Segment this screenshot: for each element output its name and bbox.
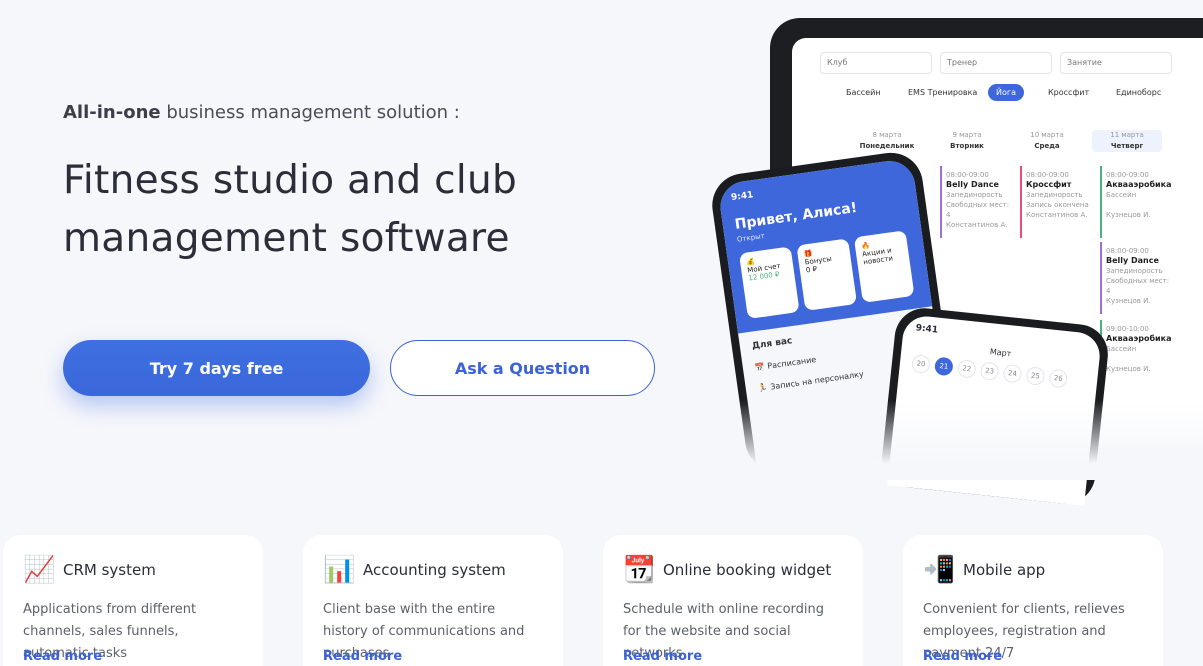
day-wed: 10 марта Среда — [1012, 130, 1082, 152]
chip-crossfit: Кроссфит — [1048, 88, 1090, 97]
calendar-date: 25 — [1025, 366, 1046, 386]
day-name: Вторник — [950, 142, 984, 150]
bonus-tile: 🎁 Бонусы 0 ₽ — [796, 238, 858, 311]
calendar-date: 23 — [979, 361, 1000, 382]
bar-chart-icon: 📊 — [323, 555, 356, 585]
day-thu: 11 марта Четверг — [1092, 130, 1162, 152]
card-title: Belly Dance — [1106, 256, 1159, 265]
card-time: 08:00-09:00 — [1106, 171, 1149, 179]
schedule-card: 08:00-09:00 Кроссфит Запединорость Запись о… — [1020, 166, 1098, 238]
card-sub: Запединорость — [1026, 191, 1083, 199]
card-sub: Запединорость — [1106, 267, 1163, 275]
read-more-link[interactable]: Read more — [623, 649, 702, 664]
hero-eyebrow: All-in-one business management solution … — [63, 102, 460, 123]
phone-header: 9:41 Привет, Алиса! Открыт 💰 Мой счет 12 0… — [717, 157, 933, 334]
mobile-app-icon: 📲 — [923, 555, 956, 585]
day-tue: 9 марта Вторник — [932, 130, 1002, 152]
schedule-card: 08:00-09:00 Аквааэробика Бассейн Кузнецов И… — [1100, 166, 1178, 238]
eyebrow-text: business management solution : — [160, 102, 460, 123]
card-title: Аквааэробика — [1106, 334, 1172, 343]
day-date: 11 марта — [1110, 131, 1144, 139]
feature-title: Mobile app — [963, 561, 1046, 579]
headline-line-1: Fitness studio and club — [63, 158, 518, 203]
chip-martial: Единоборс — [1116, 88, 1162, 97]
feature-title: Accounting system — [363, 561, 506, 579]
schedule-card: 08:00-09:00 Belly Dance Запединорость Свобо… — [940, 166, 1018, 238]
card-sub: Бассейн — [1106, 191, 1137, 199]
day-name: Четверг — [1110, 142, 1144, 150]
day-mon: 8 марта Понедельник — [852, 130, 922, 152]
trainer-select: Тренер — [940, 52, 1052, 74]
read-more-link[interactable]: Read more — [323, 649, 402, 664]
calendar-date: 24 — [1002, 363, 1023, 384]
card-coach: Кузнецов И. — [1106, 297, 1151, 305]
schedule-card: 09:00-10:00 Аквааэробика Бассейн Кузнецов И… — [1100, 320, 1178, 392]
club-select: Клуб — [820, 52, 932, 74]
card-coach: Константинов А. — [946, 221, 1008, 229]
feature-card-accounting: 📊 Accounting system Client base with the … — [303, 535, 563, 666]
headline-line-2: management software — [63, 216, 510, 261]
promo-tile: 🔥 Акции и новости — [853, 230, 915, 303]
feature-card-mobile: 📲 Mobile app Convenient for clients, reli… — [903, 535, 1163, 666]
account-tile: 💰 Мой счет 12 000 ₽ — [738, 246, 800, 320]
class-select: Занятие — [1060, 52, 1172, 74]
mockup-fade — [700, 400, 1203, 480]
calendar-date-selected: 21 — [933, 356, 954, 377]
card-coach: Кузнецов И. — [1106, 365, 1151, 373]
feature-title: CRM system — [63, 561, 156, 579]
list-item-label: Расписание — [766, 354, 817, 371]
card-title: Кроссфит — [1026, 180, 1072, 189]
card-title: Belly Dance — [946, 180, 999, 189]
feature-title: Online booking widget — [663, 561, 832, 579]
day-date: 10 марта — [1030, 131, 1064, 139]
card-time: 08:00-09:00 — [1026, 171, 1069, 179]
page-title: Fitness studio and club management softw… — [63, 152, 517, 268]
calendar-date: 22 — [956, 358, 977, 379]
calendar-icon: 📆 — [623, 555, 656, 585]
day-name: Понедельник — [859, 142, 915, 150]
list-item-label: Запись на персоналку — [769, 369, 865, 392]
eyebrow-bold: All-in-one — [63, 102, 161, 123]
day-name: Среда — [1034, 142, 1060, 150]
chart-up-icon: 📈 — [23, 555, 56, 585]
chip-yoga: Йога — [988, 84, 1024, 101]
schedule-card: 08:00-09:00 Belly Dance Запединорость Свобо… — [1100, 242, 1178, 314]
phone-tiles: 💰 Мой счет 12 000 ₽ 🎁 Бонусы 0 ₽ 🔥 Акции и но… — [738, 230, 919, 320]
ask-question-button[interactable]: Ask a Question — [390, 340, 655, 396]
chip-ems: EMS Тренировка — [908, 88, 978, 97]
card-sub: Запись окончена — [1026, 201, 1089, 209]
day-date: 9 марта — [952, 131, 982, 139]
read-more-link[interactable]: Read more — [923, 649, 1002, 664]
card-sub: Бассейн — [1106, 345, 1137, 353]
card-sub: Свободных мест: 4 — [1106, 277, 1170, 295]
card-time: 08:00-09:00 — [946, 171, 989, 179]
card-time: 09:00-10:00 — [1106, 325, 1149, 333]
day-date: 8 марта — [872, 131, 902, 139]
feature-card-crm: 📈 CRM system Applications from different … — [3, 535, 263, 666]
card-sub: Запединорость — [946, 191, 1003, 199]
calendar-date: 26 — [1048, 368, 1069, 389]
calendar-date: 20 — [911, 354, 931, 374]
card-title: Аквааэробика — [1106, 180, 1172, 189]
chip-pool: Бассейн — [846, 88, 881, 97]
read-more-link[interactable]: Read more — [23, 649, 102, 664]
feature-card-booking: 📆 Online booking widget Schedule with onl… — [603, 535, 863, 666]
card-coach: Кузнецов И. — [1106, 211, 1151, 219]
card-time: 08:00-09:00 — [1106, 247, 1149, 255]
card-sub: Свободных мест: 4 — [946, 201, 1010, 219]
try-free-button[interactable]: Try 7 days free — [63, 340, 370, 396]
card-coach: Константинов А. — [1026, 211, 1088, 219]
